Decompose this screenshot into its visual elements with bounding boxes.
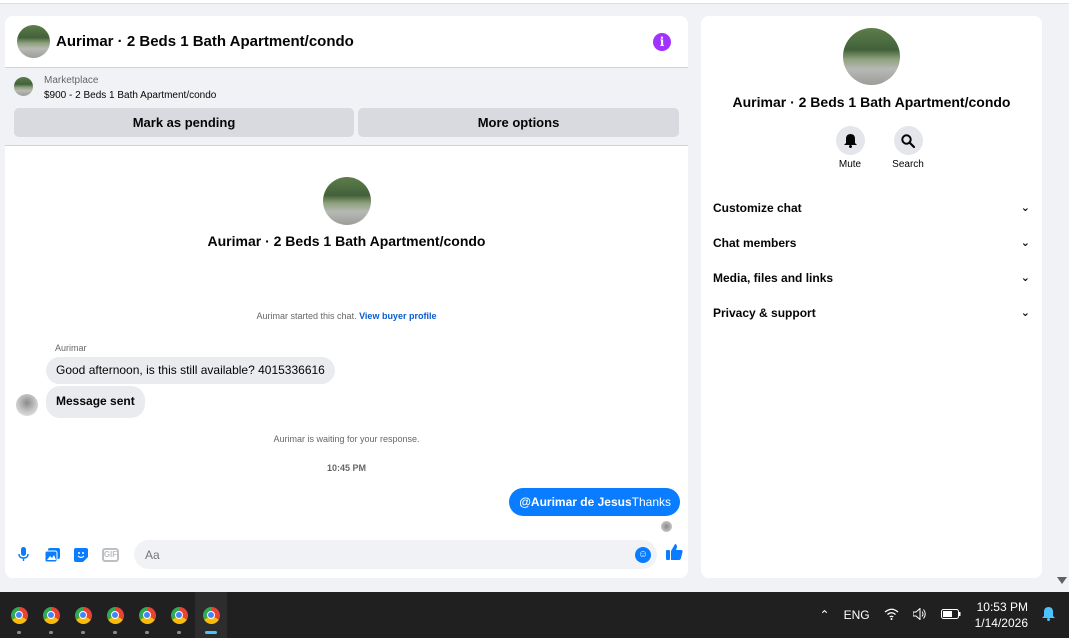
chat-title[interactable]: Aurimar · 2 Beds 1 Bath Apartment/condo: [56, 33, 354, 50]
chevron-down-icon: ⌄: [1020, 307, 1030, 319]
chat-header: Aurimar · 2 Beds 1 Bath Apartment/condo …: [5, 16, 688, 68]
section-chat-members[interactable]: Chat members ⌄: [701, 225, 1042, 260]
system-tray: ⌃ ENG 10:53 PM 1/14/2026: [820, 599, 1069, 631]
sticker-icon[interactable]: [73, 547, 89, 563]
search-icon[interactable]: [893, 126, 923, 155]
gif-icon[interactable]: GIF: [102, 547, 119, 562]
view-buyer-profile-link[interactable]: View buyer profile: [359, 311, 436, 321]
chevron-down-icon: ⌄: [1020, 272, 1030, 284]
search-label: Search: [892, 159, 924, 170]
mark-as-pending-button[interactable]: Mark as pending: [14, 108, 354, 137]
scroll-down-arrow[interactable]: [1057, 577, 1067, 584]
outgoing-message[interactable]: @Aurimar de JesusThanks: [509, 488, 680, 516]
clock-time: 10:53 PM: [976, 600, 1028, 614]
mute-button[interactable]: Mute: [835, 126, 865, 170]
taskbar-chrome-window[interactable]: [67, 592, 99, 638]
section-privacy-support[interactable]: Privacy & support ⌄: [701, 295, 1042, 330]
chat-started-text: Aurimar started this chat.: [256, 311, 357, 321]
marketplace-banner: Marketplace $900 - 2 Beds 1 Bath Apartme…: [5, 68, 688, 146]
intro-avatar[interactable]: [322, 177, 371, 225]
info-icon[interactable]: i: [653, 32, 671, 51]
clock[interactable]: 10:53 PM 1/14/2026: [975, 599, 1028, 631]
info-sections: Customize chat ⌄ Chat members ⌄ Media, fil…: [701, 190, 1042, 330]
info-name: Aurimar · 2 Beds 1 Bath Apartment/condo: [732, 94, 1011, 110]
taskbar-chrome-window[interactable]: [3, 592, 35, 638]
incoming-message[interactable]: Message sent: [46, 386, 145, 418]
chat-started-notice: Aurimar started this chat. View buyer pr…: [5, 311, 688, 321]
chrome-icon: [42, 606, 60, 624]
mention[interactable]: @Aurimar de Jesus: [519, 495, 631, 509]
chat-panel: Aurimar · 2 Beds 1 Bath Apartment/condo …: [5, 16, 688, 578]
search-button[interactable]: Search: [892, 126, 924, 170]
browser-top-edge: [0, 0, 1069, 4]
language-indicator[interactable]: ENG: [844, 608, 870, 622]
taskbar-chrome-window[interactable]: [99, 592, 131, 638]
message-input[interactable]: [145, 547, 635, 562]
message-composer: GIF ☺: [5, 540, 688, 569]
bell-icon[interactable]: [835, 126, 865, 155]
intro-name: Aurimar · 2 Beds 1 Bath Apartment/condo: [207, 233, 486, 249]
thumbs-up-icon[interactable]: [666, 544, 683, 565]
taskbar-chrome-window-active[interactable]: [195, 592, 227, 638]
taskbar: ⌃ ENG 10:53 PM 1/14/2026: [0, 592, 1069, 638]
photo-icon[interactable]: [44, 547, 60, 563]
seen-avatar: [661, 521, 672, 532]
chrome-icon: [106, 606, 124, 624]
taskbar-chrome-window[interactable]: [131, 592, 163, 638]
outgoing-text: Thanks: [631, 495, 671, 509]
taskbar-chrome-window[interactable]: [35, 592, 67, 638]
chrome-icon: [138, 606, 156, 624]
chevron-down-icon: ⌄: [1020, 237, 1030, 249]
incoming-message[interactable]: Good afternoon, is this still available?…: [46, 357, 335, 384]
clock-date: 1/14/2026: [974, 616, 1028, 630]
taskbar-chrome-window[interactable]: [163, 592, 195, 638]
sender-name: Aurimar: [55, 343, 87, 353]
notification-bell-icon[interactable]: [1042, 606, 1055, 624]
info-avatar[interactable]: [843, 28, 900, 85]
contact-avatar[interactable]: [17, 25, 50, 58]
wifi-icon[interactable]: [884, 608, 899, 623]
more-options-button[interactable]: More options: [358, 108, 679, 137]
marketplace-label: Marketplace: [44, 75, 99, 86]
microphone-icon[interactable]: [15, 547, 31, 563]
chevron-up-icon[interactable]: ⌃: [820, 608, 830, 622]
message-timestamp: 10:45 PM: [326, 463, 367, 473]
mute-label: Mute: [838, 159, 862, 170]
battery-icon[interactable]: [940, 608, 961, 622]
chrome-icon: [74, 606, 92, 624]
chat-info-panel: Aurimar · 2 Beds 1 Bath Apartment/condo …: [701, 16, 1042, 578]
listing-thumbnail[interactable]: [14, 77, 33, 96]
waiting-notice: Aurimar is waiting for your response.: [273, 434, 420, 444]
section-media-files-links[interactable]: Media, files and links ⌄: [701, 260, 1042, 295]
volume-icon[interactable]: [912, 606, 927, 623]
chrome-icon: [202, 606, 220, 624]
section-customize-chat[interactable]: Customize chat ⌄: [701, 190, 1042, 225]
message-input-container: ☺: [134, 540, 657, 569]
emoji-icon[interactable]: ☺: [635, 546, 651, 563]
listing-title[interactable]: $900 - 2 Beds 1 Bath Apartment/condo: [44, 88, 216, 104]
sender-avatar[interactable]: [16, 394, 38, 416]
chrome-icon: [10, 606, 28, 624]
chevron-down-icon: ⌄: [1020, 202, 1030, 214]
chrome-icon: [170, 606, 188, 624]
conversation-intro: Aurimar · 2 Beds 1 Bath Apartment/condo: [5, 177, 688, 249]
